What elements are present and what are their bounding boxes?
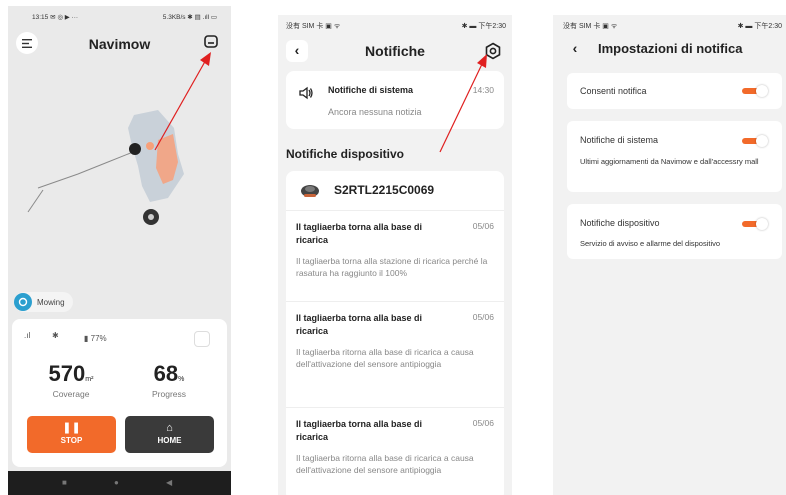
app-title: Navimow [88,36,151,52]
status-right: ✱ ▬ 下午2:30 [737,23,782,30]
page-title: Notifiche [365,43,425,59]
lawn-map[interactable] [8,62,231,292]
device-id: S2RTL2215C0069 [334,183,435,197]
allow-notifications-toggle[interactable] [742,85,768,97]
notification-item[interactable]: Il tagliaerba torna alla base di ricaric… [286,408,504,495]
notification-date: 05/06 [472,221,494,231]
device-notifications-toggle[interactable] [742,218,768,230]
back-nav-icon[interactable]: ◀ [166,478,172,487]
device-header[interactable]: S2RTL2215C0069 [286,171,504,211]
recents-nav-icon[interactable]: ■ [62,478,67,487]
notification-body: Il tagliaerba ritorna alla base di ricar… [296,347,474,369]
signal-icon: .ıl [24,331,31,340]
option-title: Consenti notifica [580,86,647,96]
system-notification-subtitle: Ancora nessuna notizia [328,107,422,117]
status-right: ✱ ▬ 下午2:30 [461,23,506,30]
mowed-spot [146,142,154,150]
system-nav-bar: ■ ● ◀ [8,471,231,495]
status-bar: 没有 SIM 卡 ▣ ᯤ ✱ ▬ 下午2:30 [553,15,786,33]
device-notifications-list: S2RTL2215C0069 Il tagliaerba torna alla … [286,171,504,495]
pause-icon: ❚❚ [62,422,81,434]
progress-stat: 68% Progress [124,361,214,399]
charging-station-marker[interactable] [129,143,141,155]
mower-status-icon [14,293,32,311]
section-title: Notifiche dispositivo [286,147,405,161]
home-label: HOME [157,436,182,445]
system-notification-title: Notifiche di sistema [328,85,414,95]
message-icon[interactable] [203,34,219,50]
system-notifications-toggle[interactable] [742,135,768,147]
mode-badge: Mowing [14,292,73,312]
back-button[interactable]: ‹ [565,39,585,59]
navimow-home-screen: 13:15 ✉ ◎ ▶ ··· 5.3KB/s ✱ ▤ .ıll ▭ Navim… [8,6,231,495]
notification-date: 05/06 [472,418,494,428]
mower-marker-inner [148,214,154,220]
toggle-knob [756,85,768,97]
speaker-icon [299,86,313,100]
status-bar: 没有 SIM 卡 ▣ ᯤ ✱ ▬ 下午2:30 [278,15,512,33]
stop-label: STOP [60,436,83,445]
mower-icon [301,185,319,197]
battery-level: ▮ 77% [84,334,107,343]
bluetooth-icon: ✱ [52,331,59,340]
progress-label: Progress [151,389,186,399]
chevron-left-icon: ‹ [572,40,578,56]
notifications-screen: 没有 SIM 卡 ▣ ᯤ ✱ ▬ 下午2:30 ‹ Notifiche Noti… [278,15,512,495]
home-button[interactable]: ⌂ HOME [125,416,214,453]
option-description: Servizio di avviso e allarme del disposi… [580,239,721,248]
mower-status-card: .ıl ✱ ▮ 77% 570m² Coverage 68% Progress … [12,319,227,467]
status-left: 没有 SIM 卡 ▣ ᯤ [286,23,341,30]
coverage-label: Coverage [52,389,90,399]
allow-notifications-option: Consenti notifica [567,73,782,109]
coverage-value: 570 [48,361,86,386]
status-left: 没有 SIM 卡 ▣ ᯤ [563,23,618,30]
coverage-stat: 570m² Coverage [26,361,116,399]
status-bar: 13:15 ✉ ◎ ▶ ··· 5.3KB/s ✱ ▤ .ıll ▭ [8,6,231,28]
mode-label: Mowing [37,297,65,307]
page-title: Impostazioni di notifica [598,41,743,56]
battery-value: 77% [90,334,107,343]
notification-body: Il tagliaerba ritorna alla base di ricar… [296,453,474,475]
home-icon: ⌂ [166,422,173,434]
lock-icon[interactable] [194,331,210,347]
notification-title: Il tagliaerba torna alla base di ricaric… [296,313,423,336]
toggle-knob [756,135,768,147]
option-description: Ultimi aggiornamenti da Navimow e dall'a… [580,157,759,166]
notification-date: 05/06 [472,312,494,322]
toggle-knob [756,218,768,230]
home-nav-icon[interactable]: ● [114,478,119,487]
mower-path [27,189,44,213]
notification-body: Il tagliaerba torna alla stazione di ric… [296,256,488,278]
status-left: 13:15 ✉ ◎ ▶ ··· [32,14,79,21]
screenshot-root: 13:15 ✉ ◎ ▶ ··· 5.3KB/s ✱ ▤ .ıll ▭ Navim… [0,0,786,495]
progress-value: 68 [153,361,179,386]
device-notifications-option: Notifiche dispositivo Servizio di avviso… [567,204,782,259]
progress-unit: % [178,376,185,383]
status-indicators: .ıl ✱ ▮ 77% [24,331,214,349]
system-notification-time: 14:30 [472,85,494,95]
system-notification-card[interactable]: Notifiche di sistema 14:30 Ancora nessun… [286,71,504,129]
option-title: Notifiche dispositivo [580,218,660,228]
stop-button[interactable]: ❚❚ STOP [27,416,116,453]
notification-title: Il tagliaerba torna alla base di ricaric… [296,419,423,442]
option-title: Notifiche di sistema [580,135,659,145]
gear-icon[interactable] [484,42,502,60]
notification-title: Il tagliaerba torna alla base di ricaric… [296,222,423,245]
status-right: 5.3KB/s ✱ ▤ .ıll ▭ [162,14,217,21]
coverage-unit: m² [85,376,94,383]
notification-settings-screen: 没有 SIM 卡 ▣ ᯤ ✱ ▬ 下午2:30 ‹ Impostazioni d… [553,15,786,495]
system-notifications-option: Notifiche di sistema Ultimi aggiornament… [567,121,782,192]
notification-item[interactable]: Il tagliaerba torna alla base di ricaric… [286,302,504,408]
notification-item[interactable]: Il tagliaerba torna alla base di ricaric… [286,211,504,302]
app-header: Navimow [8,28,231,62]
mower-path [37,151,134,189]
